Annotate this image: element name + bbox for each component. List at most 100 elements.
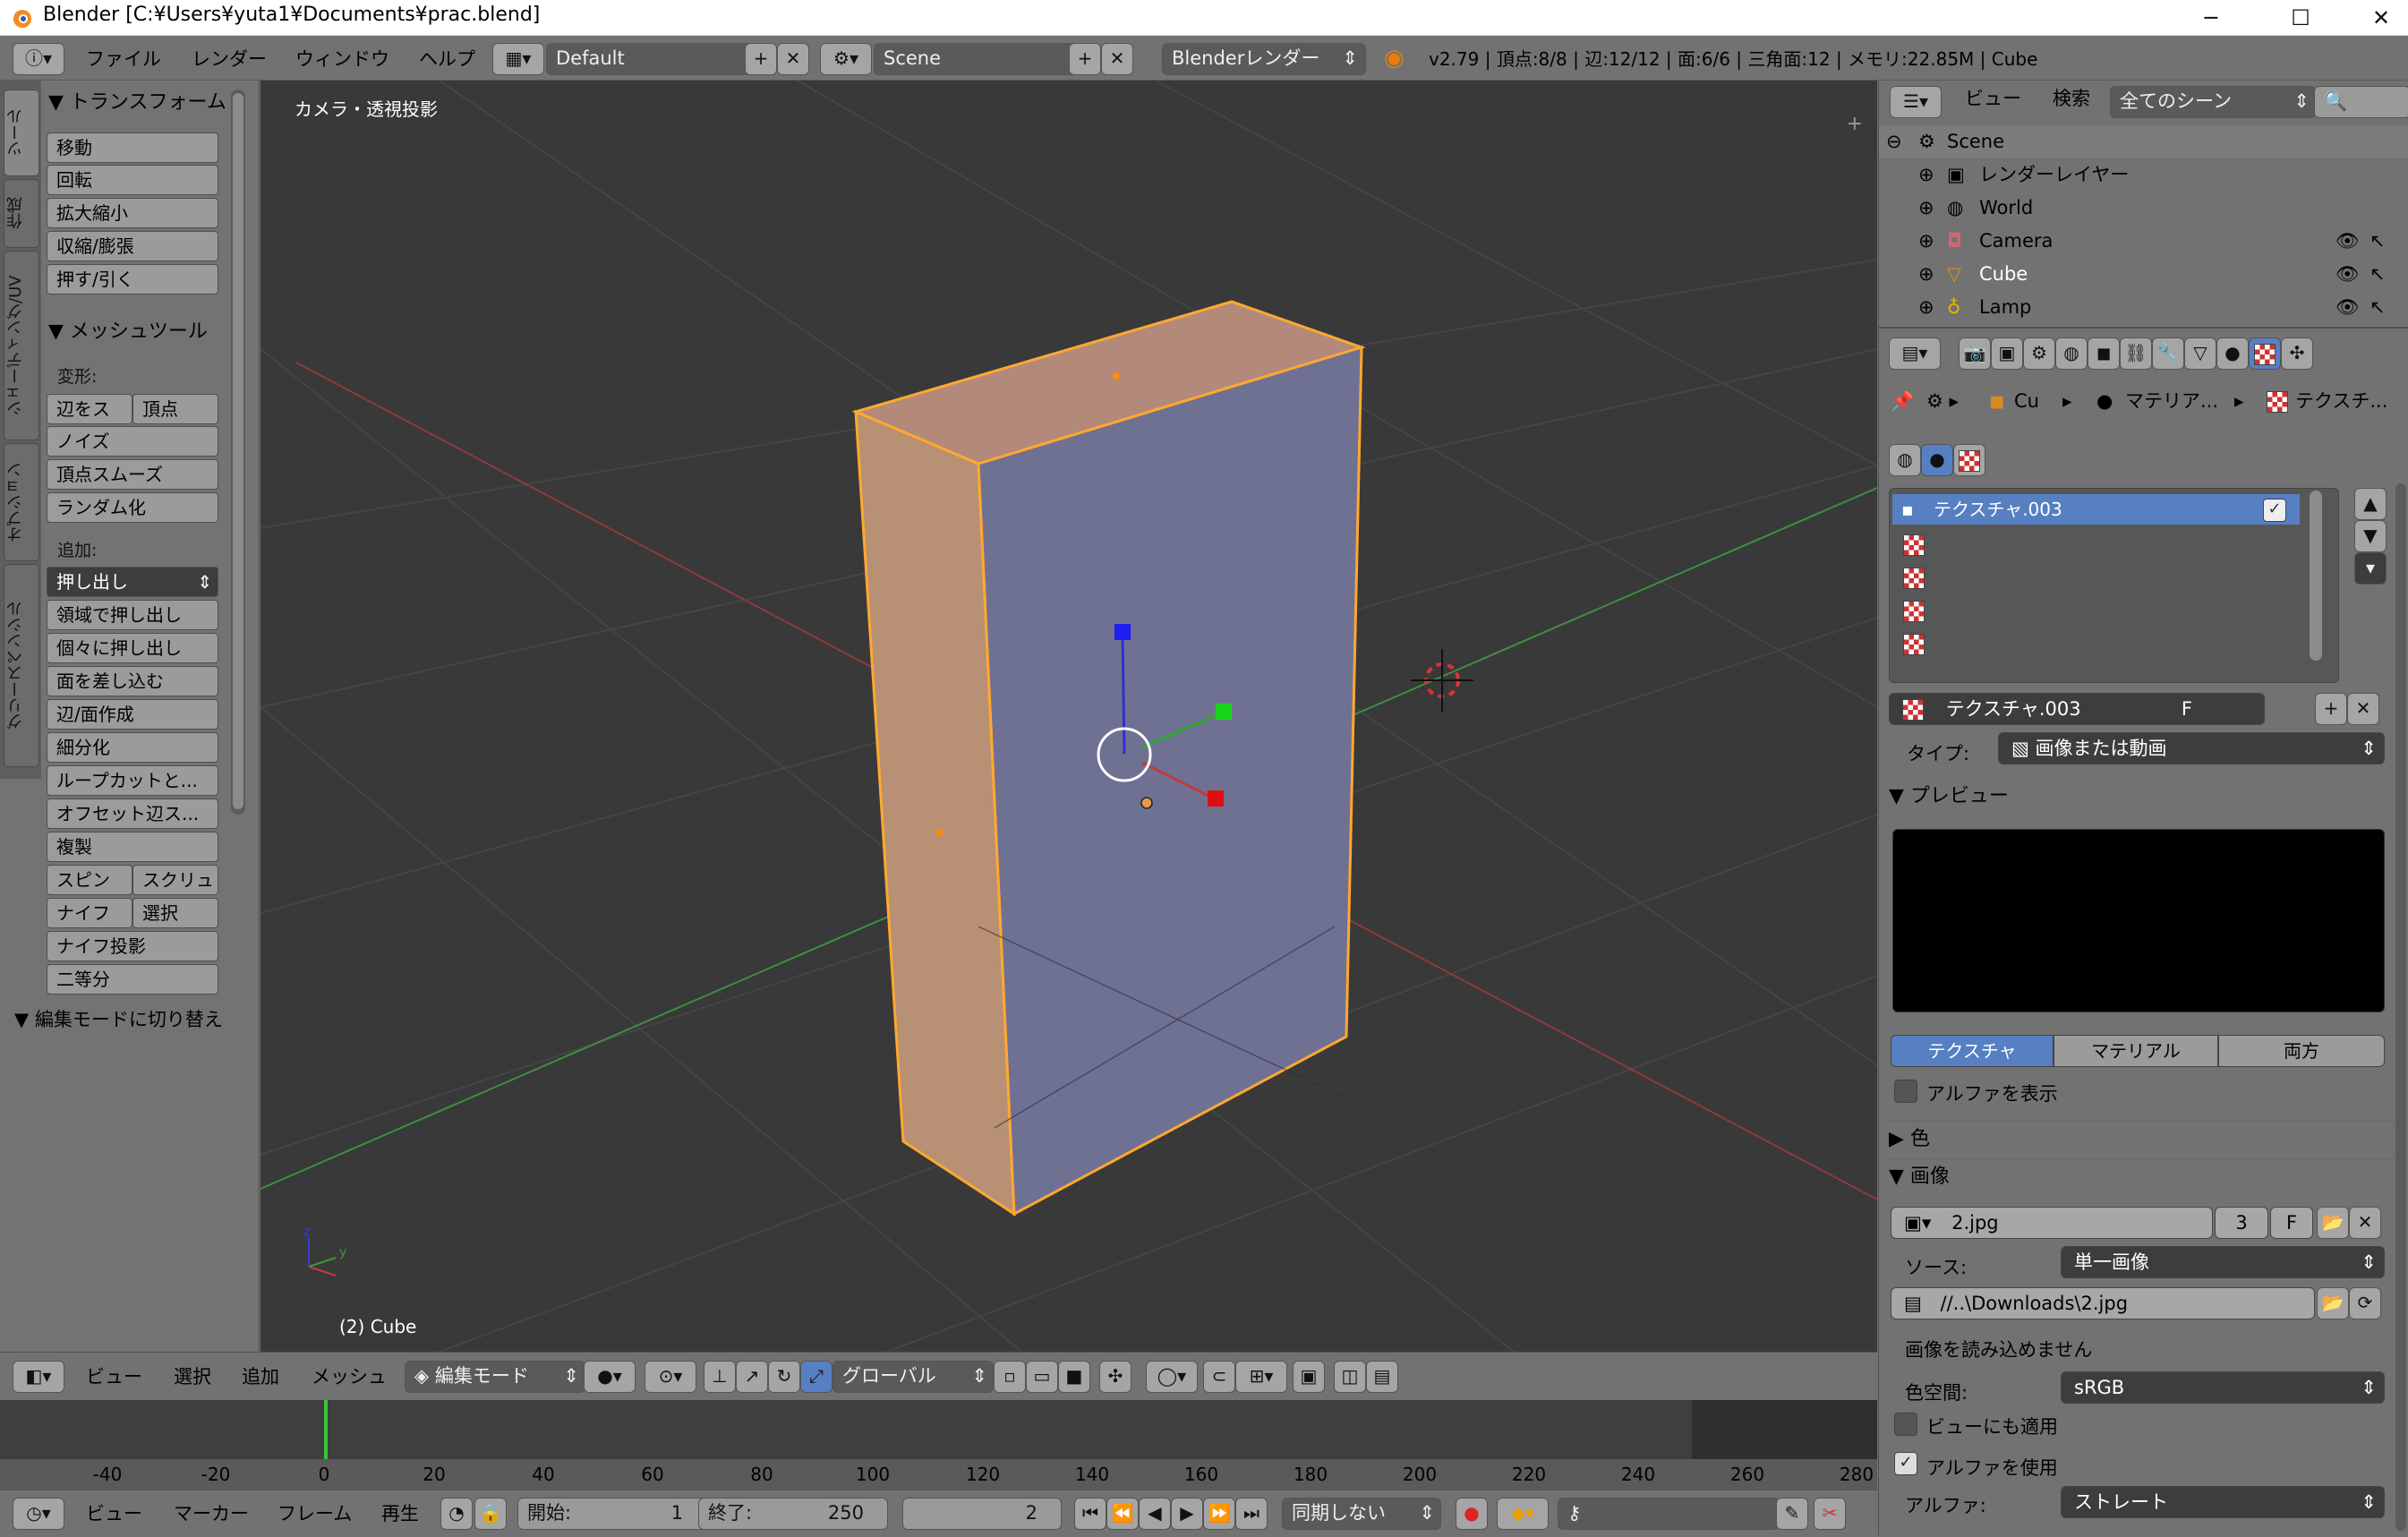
texture-slot-empty[interactable] bbox=[1892, 561, 2300, 592]
mode-dropdown[interactable]: ◈ 編集モード ⇕ bbox=[405, 1361, 585, 1393]
menu-window[interactable]: ウィンドウ bbox=[295, 36, 389, 81]
tool-shelf-scrollbar[interactable] bbox=[231, 90, 245, 815]
offset-edge-button[interactable]: オフセット辺ス... bbox=[47, 798, 218, 829]
smooth-vertex-button[interactable]: 頂点スムーズ bbox=[47, 459, 218, 490]
outliner-menu-view[interactable]: ビュー bbox=[1965, 81, 2021, 116]
eye-icon[interactable]: 👁 bbox=[2335, 225, 2360, 258]
x-manipulator-handle[interactable] bbox=[1208, 790, 1224, 807]
extrude-region-button[interactable]: 領域で押し出し bbox=[47, 600, 218, 630]
show-alpha-checkbox[interactable] bbox=[1894, 1080, 1917, 1103]
lock-icon[interactable]: 🔒 bbox=[474, 1498, 507, 1530]
face-select-icon[interactable]: ■ bbox=[1058, 1361, 1090, 1393]
editor-type-outliner-icon[interactable]: ☰▾ bbox=[1890, 86, 1942, 118]
tab-options[interactable]: オプション bbox=[4, 443, 39, 561]
other-texture-icon[interactable] bbox=[1953, 444, 1985, 476]
sync-mode-dropdown[interactable]: 同期しない ⇕ bbox=[1282, 1498, 1441, 1530]
push-pull-button[interactable]: 押す/引く bbox=[47, 264, 218, 295]
remove-scene-icon[interactable]: ✕ bbox=[1101, 43, 1133, 75]
knife-project-button[interactable]: ナイフ投影 bbox=[47, 931, 218, 961]
texture-slot-enable-checkbox[interactable]: ✓ bbox=[2263, 499, 2286, 522]
menu-select[interactable]: 選択 bbox=[174, 1353, 211, 1397]
material-texture-icon[interactable]: ● bbox=[1921, 444, 1953, 476]
play-reverse-icon[interactable]: ◀ bbox=[1139, 1498, 1171, 1530]
scene-tab-icon[interactable]: ⚙ bbox=[2023, 337, 2055, 370]
tab-shading-uv[interactable]: シェーディング/UV bbox=[4, 251, 39, 440]
knife-select-button[interactable]: 選択 bbox=[132, 898, 218, 928]
open-image-folder-icon[interactable]: 📂 bbox=[2317, 1207, 2349, 1239]
specials-menu-icon[interactable]: ▾ bbox=[2354, 552, 2387, 585]
keying-set-icon[interactable]: ◆▾ bbox=[1497, 1498, 1549, 1530]
timeline-ruler[interactable]: -40 -20 0 20 40 60 80 100 120 140 160 18… bbox=[0, 1459, 1877, 1490]
alpha-mode-dropdown[interactable]: ストレート ⇕ bbox=[2061, 1486, 2385, 1518]
rotate-manipulator-icon[interactable]: ↻ bbox=[768, 1361, 800, 1393]
viewport-add-region-icon[interactable]: + bbox=[1847, 113, 1863, 135]
edge-select-icon[interactable]: ▭ bbox=[1026, 1361, 1058, 1393]
layout-grid-icon[interactable]: ▦▾ bbox=[492, 43, 544, 75]
eye-icon[interactable]: 👁 bbox=[2335, 258, 2360, 291]
image-fake-user[interactable]: F bbox=[2270, 1207, 2313, 1239]
add-scene-icon[interactable]: + bbox=[1069, 43, 1101, 75]
play-icon[interactable]: ▶ bbox=[1171, 1498, 1203, 1530]
editor-type-info-icon[interactable]: ⓘ▾ bbox=[13, 43, 64, 75]
browse-file-icon[interactable]: 📂 bbox=[2317, 1287, 2349, 1319]
jump-start-icon[interactable]: ⏮ bbox=[1074, 1498, 1106, 1530]
current-frame-field[interactable]: 2 bbox=[902, 1498, 1062, 1530]
transform-panel-header[interactable]: ▼ トランスフォーム bbox=[48, 86, 226, 115]
render-animation-icon[interactable]: ▤ bbox=[1366, 1361, 1398, 1393]
outliner-row-cube[interactable]: ⊕ ▽ Cube 👁 ↖ bbox=[1879, 258, 2408, 291]
snap-element-icon[interactable]: ⊞▾ bbox=[1235, 1361, 1287, 1393]
pivot-point-icon[interactable]: ⊙▾ bbox=[645, 1361, 696, 1393]
active-keying-set-field[interactable]: ⚷ bbox=[1558, 1498, 1780, 1530]
preview-tab-material[interactable]: マテリアル bbox=[2054, 1035, 2218, 1067]
extrude-dropdown[interactable]: 押し出し ⇕ bbox=[47, 567, 218, 597]
tab-tools[interactable]: ツール bbox=[4, 90, 39, 176]
texture-slot-active[interactable]: ▪ テクスチャ.003 ✓ bbox=[1892, 494, 2300, 525]
texture-slot-empty[interactable] bbox=[1892, 628, 2300, 658]
loop-cut-button[interactable]: ループカットと... bbox=[47, 765, 218, 796]
scene-icon[interactable]: ⚙▾ bbox=[820, 43, 872, 75]
move-down-icon[interactable]: ▼ bbox=[2354, 520, 2387, 552]
outliner-row-render-layers[interactable]: ⊕ ▣ レンダーレイヤー bbox=[1879, 158, 2408, 192]
image-source-dropdown[interactable]: 単一画像 ⇕ bbox=[2061, 1246, 2385, 1278]
3d-viewport[interactable]: z y + カメラ・透視投影 (2) Cube bbox=[260, 81, 1877, 1352]
cursor-select-icon[interactable]: ↖ bbox=[2370, 291, 2386, 324]
new-texture-icon[interactable]: + bbox=[2315, 693, 2347, 725]
minimize-button[interactable]: ─ bbox=[2175, 0, 2247, 36]
use-alpha-checkbox[interactable]: ✓ bbox=[1894, 1452, 1917, 1475]
noise-button[interactable]: ノイズ bbox=[47, 426, 218, 457]
viewport-shading-icon[interactable]: ●▾ bbox=[584, 1361, 636, 1393]
scale-manipulator-icon[interactable]: ⤢ bbox=[800, 1361, 833, 1393]
edge-slide-button[interactable]: 辺をス bbox=[47, 394, 132, 424]
vertex-slide-button[interactable]: 頂点 bbox=[132, 394, 218, 424]
spin-button[interactable]: スピン bbox=[47, 865, 132, 895]
menu-view[interactable]: ビュー bbox=[86, 1353, 142, 1397]
close-button[interactable]: ✕ bbox=[2345, 0, 2408, 36]
render-layers-tab-icon[interactable]: ▣ bbox=[1991, 337, 2023, 370]
outliner-filter-dropdown[interactable]: 全てのシーン ⇕ bbox=[2110, 86, 2316, 118]
limit-selection-icon[interactable]: ✣ bbox=[1099, 1361, 1131, 1393]
jump-end-icon[interactable]: ⏭ bbox=[1235, 1498, 1268, 1530]
current-frame-marker[interactable] bbox=[324, 1400, 328, 1459]
move-button[interactable]: 移動 bbox=[47, 132, 218, 163]
insert-keyframe-icon[interactable]: ✎ bbox=[1776, 1498, 1808, 1530]
editor-type-3dview-icon[interactable]: ◧▾ bbox=[13, 1361, 64, 1393]
end-frame-field[interactable]: 終了: 250 bbox=[698, 1498, 888, 1530]
view-as-render-checkbox[interactable] bbox=[1894, 1413, 1917, 1436]
data-tab-icon[interactable]: ▽ bbox=[2184, 337, 2216, 370]
texture-tab-icon[interactable] bbox=[2249, 337, 2281, 370]
subdivide-button[interactable]: 細分化 bbox=[47, 732, 218, 763]
world-tab-icon[interactable]: ◍ bbox=[2055, 337, 2088, 370]
timeline-menu-frame[interactable]: フレーム bbox=[278, 1490, 352, 1535]
render-tab-icon[interactable]: 📷 bbox=[1959, 337, 1991, 370]
timeline-menu-view[interactable]: ビュー bbox=[86, 1490, 142, 1535]
texture-type-dropdown[interactable]: ▧ 画像または動画 ⇕ bbox=[1998, 732, 2385, 764]
texture-datablock-field[interactable]: テクスチャ.003 F bbox=[1889, 693, 2265, 725]
editor-type-properties-icon[interactable]: ▤▾ bbox=[1889, 337, 1941, 370]
texture-slot-empty[interactable] bbox=[1892, 528, 2300, 559]
jump-keyframe-forward-icon[interactable]: ⏩ bbox=[1203, 1498, 1235, 1530]
knife-button[interactable]: ナイフ bbox=[47, 898, 132, 928]
edit-mode-toggle-panel-header[interactable]: ▼ 編集モードに切り替え bbox=[14, 1005, 223, 1032]
shrink-fatten-button[interactable]: 収縮/膨張 bbox=[47, 231, 218, 261]
tab-grease-pencil[interactable]: グリースペンシル bbox=[4, 564, 39, 767]
screw-button[interactable]: スクリュ bbox=[132, 865, 218, 895]
